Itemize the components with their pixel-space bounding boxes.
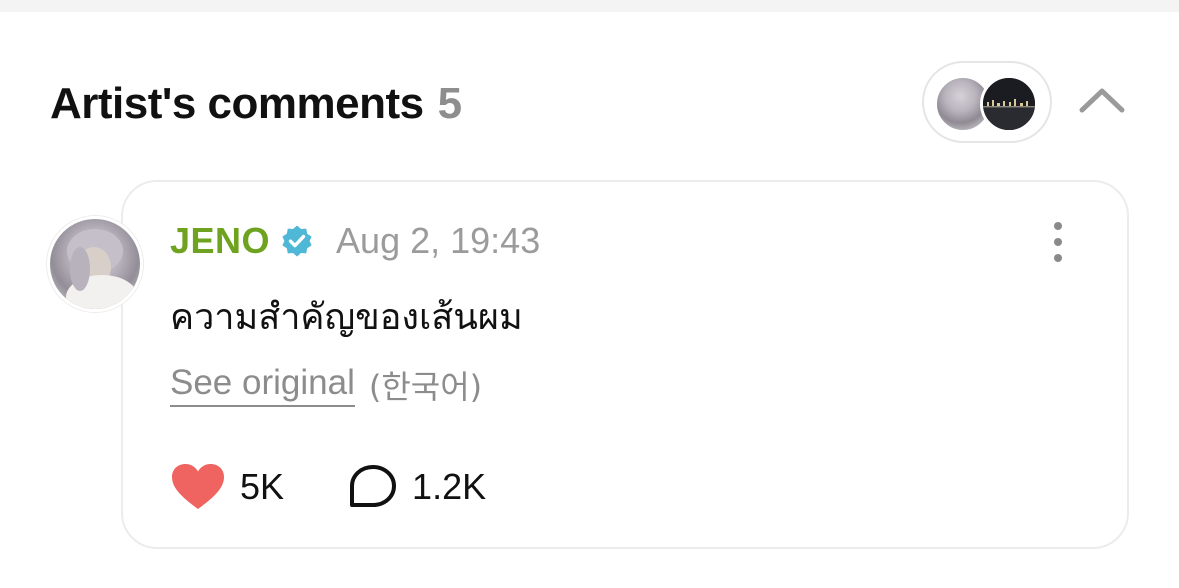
avatar-photo <box>66 229 138 309</box>
like-button[interactable]: 5K <box>170 462 284 512</box>
collapse-button[interactable] <box>1074 78 1130 122</box>
see-original-link[interactable]: See original <box>170 363 355 407</box>
translation-row: See original (한국어) <box>170 362 482 408</box>
author-avatar[interactable] <box>47 216 143 312</box>
night-city-photo <box>983 78 1035 130</box>
heart-icon <box>172 464 224 509</box>
artist-avatar-group[interactable] <box>922 61 1052 143</box>
original-language-label: (한국어) <box>368 368 483 406</box>
section-header: Artist's comments 5 <box>50 76 462 132</box>
like-count: 5K <box>240 466 285 507</box>
comment-body: ความสำคัญของเส้นผม <box>170 297 523 338</box>
more-vertical-icon <box>1054 222 1062 230</box>
more-options-button[interactable] <box>1040 220 1076 264</box>
comment-bubble-icon <box>350 465 397 507</box>
comment-count: 5 <box>437 79 463 128</box>
reply-button[interactable]: 1.2K <box>348 464 486 510</box>
artist-avatar <box>980 75 1038 133</box>
comment-actions: 5K 1.2K <box>170 462 486 512</box>
section-title: Artist's comments <box>50 79 424 128</box>
reply-count: 1.2K <box>412 466 487 507</box>
verified-badge-icon <box>282 225 312 257</box>
chevron-up-icon <box>1079 88 1125 113</box>
comment-meta: JENO Aug 2, 19:43 <box>170 218 540 264</box>
top-divider-strip <box>0 0 1179 12</box>
comment-timestamp: Aug 2, 19:43 <box>336 220 541 261</box>
author-name[interactable]: JENO <box>170 220 270 262</box>
